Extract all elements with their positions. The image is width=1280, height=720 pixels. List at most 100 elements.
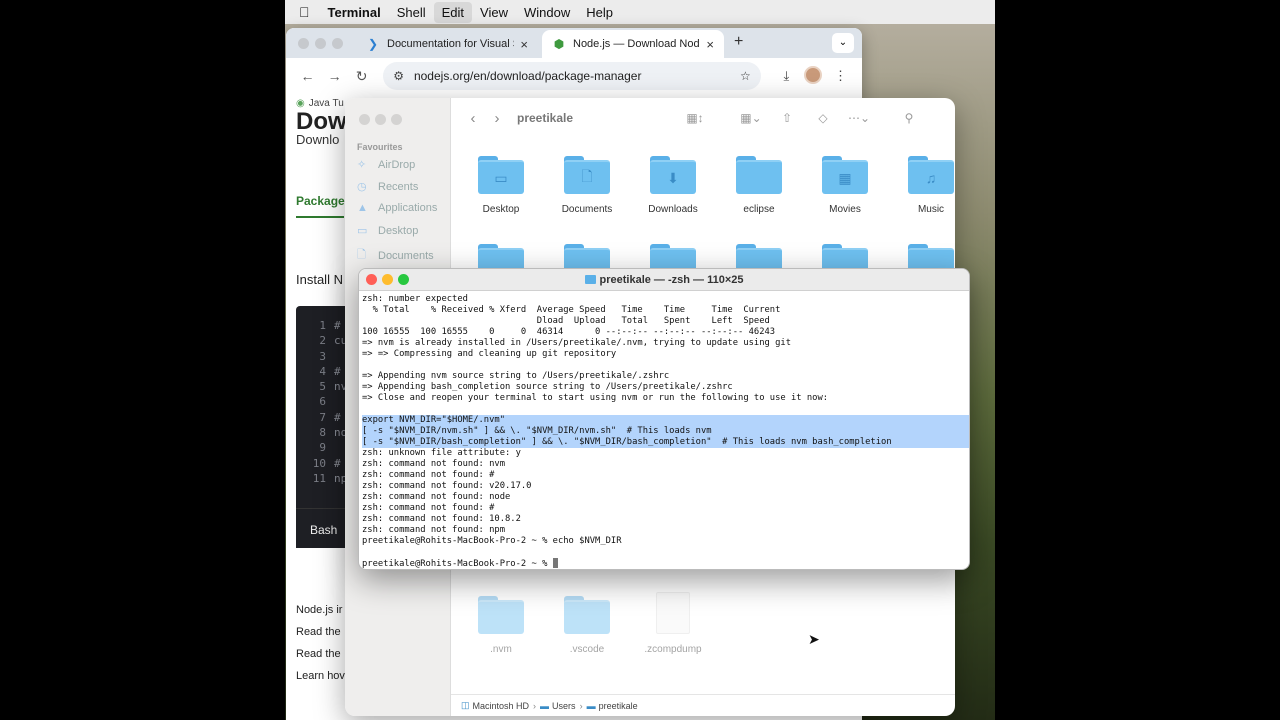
folder-movies[interactable]: ▦ Movies: [810, 156, 880, 215]
folder-icon: [478, 596, 524, 634]
share-icon[interactable]: ⇧: [769, 111, 805, 125]
forward-icon[interactable]: →: [321, 68, 348, 84]
zoom-light[interactable]: [332, 37, 343, 49]
terminal-line: => nvm is already installed in /Users/pr…: [362, 338, 969, 349]
line-number: 11: [312, 471, 326, 485]
sidebar-item-desktop[interactable]: ▭ Desktop: [357, 224, 418, 238]
forward-icon[interactable]: ›: [485, 110, 509, 127]
address-bar[interactable]: ⚙ nodejs.org/en/download/package-manager…: [383, 62, 761, 90]
avatar[interactable]: [800, 65, 827, 87]
folder-eclipse[interactable]: eclipse: [724, 156, 794, 215]
close-light[interactable]: [298, 37, 309, 49]
chevron-right-icon: ›: [579, 700, 583, 711]
folder-desktop[interactable]: ▭ Desktop: [466, 156, 536, 215]
line-number: 9: [319, 441, 326, 455]
sidebar-item-label: Applications: [378, 202, 438, 214]
terminal-window[interactable]: preetikale — -zsh — 110×25 zsh: number e…: [358, 268, 970, 570]
folder-documents[interactable]: 🗋 Documents: [552, 156, 622, 215]
menu-view[interactable]: View: [472, 2, 516, 23]
more-icon[interactable]: ⋯⌄: [841, 111, 877, 125]
tag-icon[interactable]: ◇: [805, 111, 841, 125]
view-grid-icon[interactable]: ▦↕: [677, 111, 713, 125]
vscode-icon: ❯: [367, 37, 379, 51]
new-tab-icon[interactable]: +: [734, 33, 743, 51]
apple-icon[interactable]: : [285, 4, 320, 20]
menu-bar:  Terminal Shell Edit View Window Help: [285, 0, 995, 24]
sidebar-item-airdrop[interactable]: ✧ AirDrop: [357, 158, 415, 172]
folder-icon: [564, 596, 610, 634]
close-light[interactable]: [366, 274, 377, 285]
file-zcompdump[interactable]: .zcompdump: [638, 592, 708, 655]
menu-edit[interactable]: Edit: [433, 1, 473, 23]
terminal-line-text: zsh: command not found: #: [362, 503, 495, 513]
search-icon[interactable]: ⚲: [891, 111, 927, 125]
bookmark-item[interactable]: Java Tu: [309, 98, 344, 109]
terminal-line: zsh: unknown file attribute: y: [362, 448, 969, 459]
path-item[interactable]: Macintosh HD: [473, 701, 530, 711]
tab-vscode-docs[interactable]: ❯ Documentation for Visual Stu ×: [356, 30, 538, 58]
terminal-line-text: => Close and reopen your terminal to sta…: [362, 393, 829, 403]
close-light[interactable]: [359, 114, 370, 125]
folder-nvm[interactable]: .nvm: [466, 596, 536, 655]
terminal-line: zsh: command not found: node: [362, 492, 969, 503]
terminal-line-text: zsh: unknown file attribute: y: [362, 448, 521, 458]
sidebar-item-applications[interactable]: ▲ Applications: [357, 202, 437, 214]
document-icon: 🗋: [357, 249, 366, 261]
terminal-output[interactable]: zsh: number expected % Total % Received …: [359, 291, 969, 569]
terminal-line-text: % Total % Received % Xferd Average Speed…: [362, 305, 781, 315]
close-icon[interactable]: ×: [706, 37, 714, 52]
terminal-line: zsh: number expected: [362, 294, 969, 305]
download-icon[interactable]: ⤓: [773, 68, 800, 84]
reload-icon[interactable]: ↻: [348, 68, 375, 85]
terminal-line: zsh: command not found: #: [362, 503, 969, 514]
tab-label: Node.js — Download Node.js: [573, 38, 700, 50]
close-icon[interactable]: ×: [520, 37, 528, 52]
menu-window[interactable]: Window: [516, 2, 578, 23]
terminal-line: preetikale@Rohits-MacBook-Pro-2 ~ % echo…: [362, 536, 969, 547]
folder-icon: ♫: [908, 156, 954, 194]
terminal-line-text: => Appending nvm source string to /Users…: [362, 371, 670, 381]
tab-package-manager[interactable]: Package: [296, 194, 345, 208]
minimize-light[interactable]: [382, 274, 393, 285]
minimize-light[interactable]: [315, 37, 326, 49]
menu-terminal[interactable]: Terminal: [320, 2, 389, 23]
sidebar-item-documents[interactable]: 🗋 Documents: [357, 246, 434, 265]
folder-music[interactable]: ♫ Music: [896, 156, 955, 215]
terminal-line: => Appending nvm source string to /Users…: [362, 371, 969, 382]
terminal-line-text: zsh: command not found: npm: [362, 525, 505, 535]
sidebar-item-recents[interactable]: ◷ Recents: [357, 180, 419, 194]
path-item[interactable]: Users: [552, 701, 576, 711]
sidebar-item-label: Documents: [378, 249, 434, 262]
page-text-line: Node.js ir: [296, 604, 343, 616]
folder-downloads[interactable]: ⬇ Downloads: [638, 156, 708, 215]
terminal-line-text: export NVM_DIR="$HOME/.nvm": [362, 415, 505, 425]
airdrop-icon: ✧: [357, 159, 367, 171]
menu-help[interactable]: Help: [578, 2, 621, 23]
url-text: nodejs.org/en/download/package-manager: [413, 69, 642, 83]
back-icon[interactable]: ‹: [461, 110, 485, 127]
tab-nodejs[interactable]: ⬢ Node.js — Download Node.js ×: [542, 30, 724, 58]
sidebar-item-label: Recents: [378, 180, 419, 193]
chevron-down-icon[interactable]: ⌄: [832, 33, 854, 53]
back-icon[interactable]: ←: [294, 68, 321, 84]
code-language-tab[interactable]: Bash: [296, 508, 352, 548]
line-number: 3: [319, 349, 326, 363]
folder-icon: ▬: [586, 700, 596, 711]
terminal-line: => Close and reopen your terminal to sta…: [362, 393, 969, 404]
file-icon: [656, 592, 690, 634]
zoom-light[interactable]: [391, 114, 402, 125]
more-menu-icon[interactable]: ⋮: [827, 68, 854, 84]
terminal-line: [ -s "$NVM_DIR/nvm.sh" ] && \. "$NVM_DIR…: [362, 426, 969, 437]
site-info-icon[interactable]: ⚙: [393, 69, 404, 83]
minimize-light[interactable]: [375, 114, 386, 125]
line-number: 4: [319, 364, 326, 378]
path-item[interactable]: preetikale: [599, 701, 638, 711]
group-icon[interactable]: ▦⌄: [733, 111, 769, 125]
star-icon[interactable]: ☆: [740, 69, 751, 83]
zoom-light[interactable]: [398, 274, 409, 285]
active-tab-underline: [296, 216, 344, 218]
menu-shell[interactable]: Shell: [389, 2, 434, 23]
folder-vscode[interactable]: .vscode: [552, 596, 622, 655]
folder-name: Documents: [561, 204, 613, 215]
terminal-line-text: zsh: number expected: [362, 294, 468, 304]
